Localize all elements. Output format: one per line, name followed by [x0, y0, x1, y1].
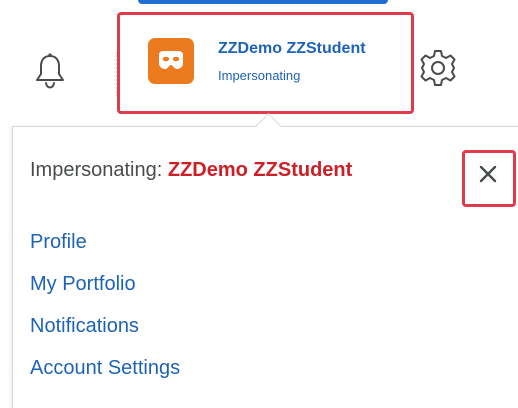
- impersonated-user-name: ZZDemo ZZStudent: [167, 159, 353, 181]
- bell-icon[interactable]: [34, 52, 66, 90]
- account-settings-link[interactable]: Account Settings: [30, 357, 180, 380]
- header-divider: [116, 52, 118, 96]
- header-accent-strip: [138, 0, 388, 4]
- screenshot-canvas: ZZDemo ZZStudent Impersonating Impersona…: [0, 0, 518, 408]
- user-menu-button[interactable]: ZZDemo ZZStudent Impersonating: [132, 22, 402, 104]
- mask-icon: [159, 51, 183, 69]
- close-icon[interactable]: [474, 160, 502, 188]
- notifications-link[interactable]: Notifications: [30, 315, 139, 338]
- my-portfolio-link[interactable]: My Portfolio: [30, 273, 136, 296]
- avatar: [148, 38, 194, 84]
- user-name: ZZDemo ZZStudent: [218, 40, 366, 57]
- impersonating-label: Impersonating:: [30, 159, 163, 181]
- user-status: Impersonating: [218, 68, 301, 83]
- profile-link[interactable]: Profile: [30, 231, 87, 254]
- gear-icon[interactable]: [418, 48, 458, 88]
- impersonating-banner: Impersonating: ZZDemo ZZStudent: [30, 159, 352, 182]
